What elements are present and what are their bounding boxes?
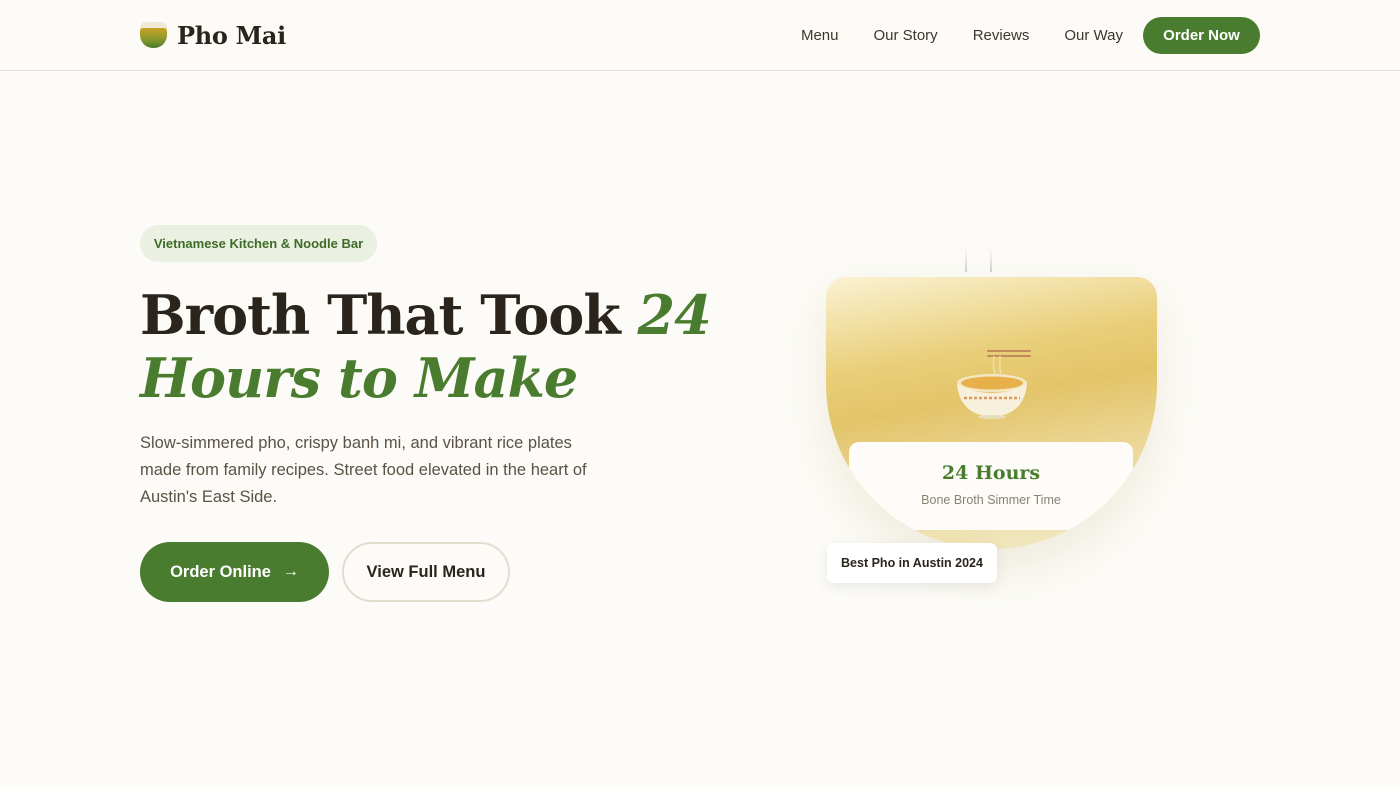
order-now-button[interactable]: Order Now	[1143, 17, 1260, 54]
pho-bowl-icon	[957, 350, 1031, 419]
hero-description: Slow-simmered pho, crispy banh mi, and v…	[140, 434, 587, 506]
nav-link-menu[interactable]: Menu	[801, 27, 839, 44]
brand-name: Pho Mai	[177, 20, 286, 50]
bowl-logo-icon	[140, 21, 167, 49]
main-nav: Menu Our Story Reviews Our Way Order Now	[801, 17, 1260, 54]
broth-visual: 24 Hours Bone Broth Simmer Time	[826, 277, 1157, 549]
order-online-button[interactable]: Order Online →	[140, 542, 329, 602]
stat-value: 24 Hours	[941, 462, 1041, 484]
brand-logo[interactable]: Pho Mai	[140, 18, 286, 52]
stat-label: Bone Broth Simmer Time	[921, 493, 1061, 507]
headline-plain: Broth That Took	[140, 283, 638, 347]
nav-link-our-way[interactable]: Our Way	[1064, 27, 1123, 44]
order-online-label: Order Online	[170, 562, 271, 581]
steam-line-icon	[990, 248, 992, 272]
nav-link-our-story[interactable]: Our Story	[874, 27, 938, 44]
steam-line-icon	[965, 248, 967, 272]
arrow-right-icon: →	[282, 563, 299, 580]
award-badge: Best Pho in Austin 2024	[827, 543, 997, 583]
hero-headline: Broth That Took 24 Hours to Make	[140, 284, 740, 410]
category-badge: Vietnamese Kitchen & Noodle Bar	[140, 225, 377, 262]
stat-card: 24 Hours Bone Broth Simmer Time	[849, 442, 1133, 530]
site-header: Pho Mai Menu Our Story Reviews Our Way O…	[0, 0, 1400, 71]
nav-link-reviews[interactable]: Reviews	[973, 27, 1030, 44]
view-full-menu-button[interactable]: View Full Menu	[342, 542, 510, 602]
